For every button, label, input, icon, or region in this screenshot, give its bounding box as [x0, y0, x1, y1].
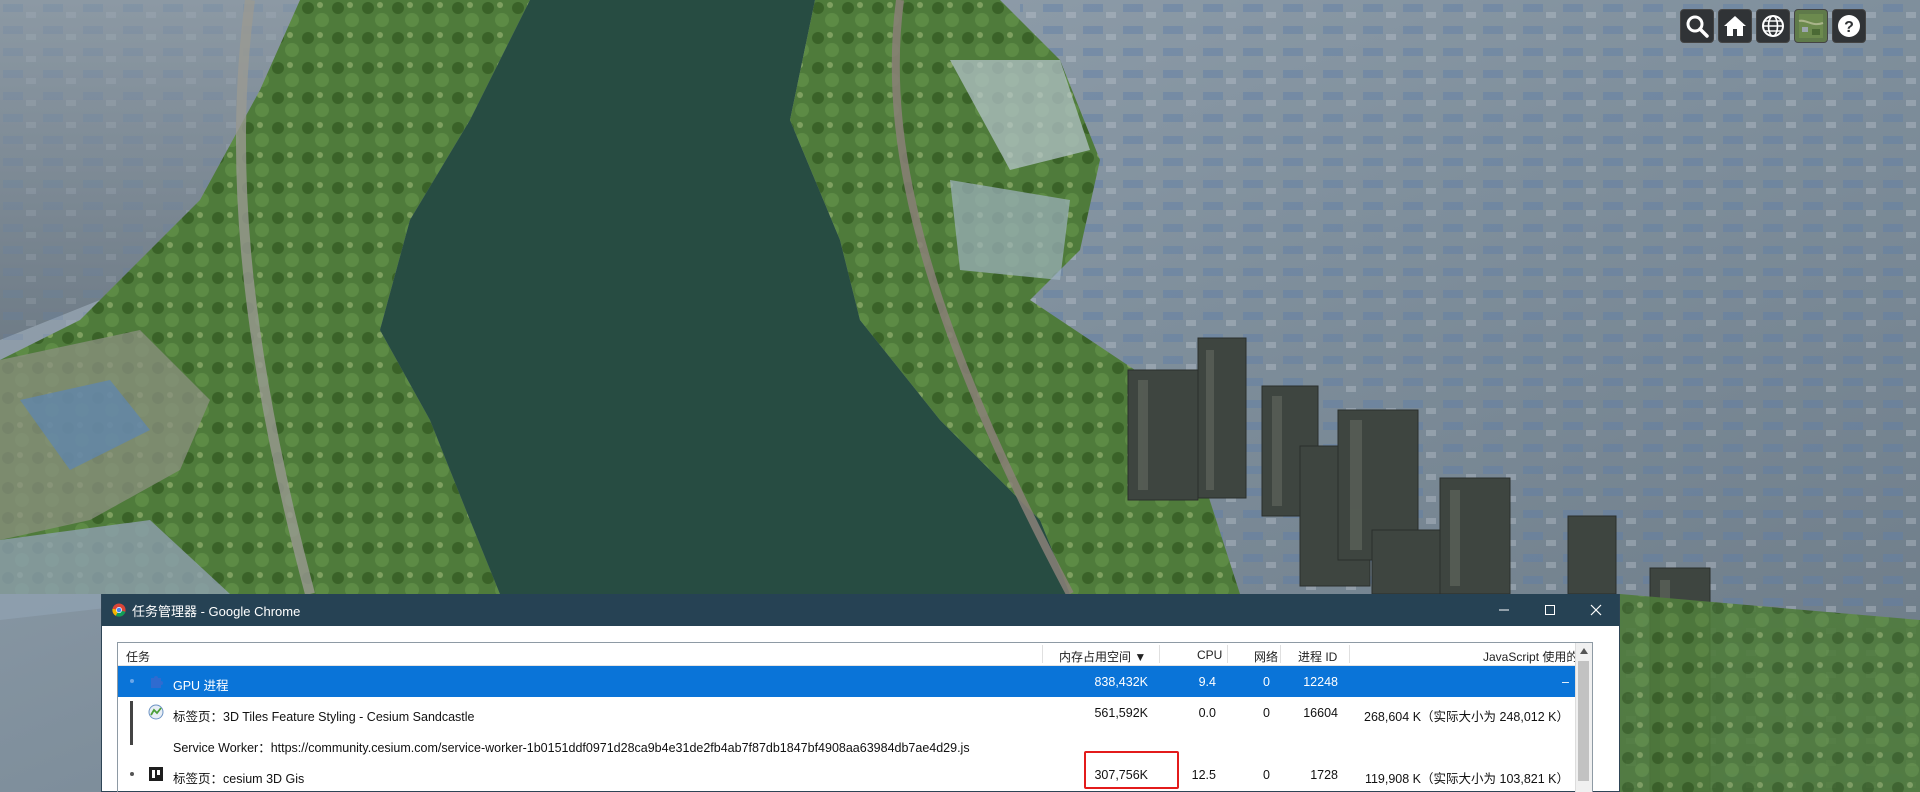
app-favicon-icon — [149, 767, 163, 781]
network-value: 0 — [1263, 675, 1270, 689]
cesium-toolbar: ? — [1668, 9, 1920, 45]
search-icon — [1686, 15, 1709, 38]
column-header-cpu[interactable]: CPU — [1197, 648, 1222, 662]
globe-icon — [1762, 15, 1784, 37]
scroll-up-arrow-icon[interactable] — [1579, 647, 1589, 655]
row-bullet — [130, 772, 134, 776]
js-memory-value: 119,908 K（实际大小为 103,821 K） — [1364, 772, 1569, 786]
maximize-icon — [1545, 605, 1555, 615]
task-name: Service Worker：https://community.cesium.… — [173, 741, 970, 755]
svg-text:?: ? — [1844, 19, 1854, 36]
scene-mode-button[interactable] — [1756, 9, 1790, 43]
help-icon: ? — [1838, 15, 1860, 37]
table-header: 任务 内存占用空间 ▼ CPU 网络 进程 ID JavaScript 使用的内… — [118, 643, 1592, 666]
search-button[interactable] — [1680, 9, 1714, 43]
scrollbar-thumb[interactable] — [1578, 661, 1589, 781]
task-name: 标签页：cesium 3D Gis — [173, 772, 305, 786]
column-header-process-id[interactable]: 进程 ID — [1298, 648, 1337, 665]
minimize-icon — [1499, 609, 1509, 611]
highlight-annotation-box — [1084, 751, 1179, 789]
process-id-value: 12248 — [1303, 675, 1338, 689]
column-header-network[interactable]: 网络 — [1254, 648, 1278, 665]
column-header-task[interactable]: 任务 — [126, 648, 150, 665]
table-row[interactable]: 标签页：cesium 3D Gis 307,756K 12.5 0 1728 1… — [118, 759, 1592, 790]
home-button[interactable] — [1718, 9, 1752, 43]
table-row[interactable]: 标签页：3D Tiles Feature Styling - Cesium Sa… — [118, 697, 1592, 745]
cesium-favicon-icon — [148, 704, 164, 720]
cpu-value: 12.5 — [1191, 768, 1216, 782]
help-button[interactable]: ? — [1832, 9, 1866, 43]
imagery-icon — [1798, 14, 1824, 38]
task-name: GPU 进程 — [173, 679, 229, 693]
network-value: 0 — [1263, 768, 1270, 782]
chrome-icon — [112, 603, 126, 617]
js-memory-value: – — [1562, 675, 1569, 689]
js-memory-value: 268,604 K（实际大小为 248,012 K） — [1364, 710, 1569, 724]
network-value: 0 — [1263, 706, 1270, 720]
cpu-value: 9.4 — [1198, 675, 1216, 689]
minimize-button[interactable] — [1481, 594, 1527, 626]
process-table: 任务 内存占用空间 ▼ CPU 网络 进程 ID JavaScript 使用的内… — [117, 642, 1593, 792]
row-bullet — [130, 679, 134, 683]
memory-value: 561,592K — [1094, 706, 1148, 720]
close-button[interactable] — [1573, 594, 1619, 626]
memory-value: 838,432K — [1094, 675, 1148, 689]
base-layer-picker-button[interactable] — [1794, 9, 1828, 43]
home-icon — [1724, 16, 1746, 36]
cpu-value: 0.0 — [1198, 706, 1216, 720]
maximize-button[interactable] — [1527, 594, 1573, 626]
close-icon — [1590, 604, 1602, 616]
puzzle-icon — [151, 676, 163, 688]
task-name: 标签页：3D Tiles Feature Styling - Cesium Sa… — [173, 710, 475, 724]
vertical-scrollbar[interactable] — [1575, 643, 1592, 792]
task-manager-window: 任务管理器 - Google Chrome 任务 内存占用空间 ▼ CPU 网络… — [101, 594, 1620, 792]
table-row[interactable]: Service Worker：https://community.cesium.… — [118, 728, 1592, 759]
column-header-memory[interactable]: 内存占用空间 ▼ — [1059, 648, 1146, 665]
table-row[interactable]: GPU 进程 838,432K 9.4 0 12248 – — [118, 666, 1592, 697]
window-title: 任务管理器 - Google Chrome — [132, 603, 301, 619]
task-manager-titlebar[interactable]: 任务管理器 - Google Chrome — [102, 594, 1619, 626]
